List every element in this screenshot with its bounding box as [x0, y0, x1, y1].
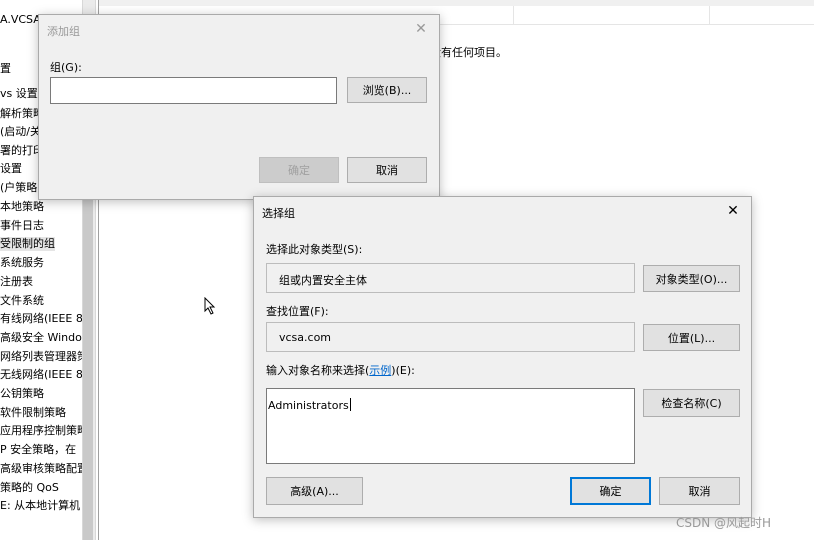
tree-scrollbar-thumb[interactable] [83, 196, 93, 540]
group-input[interactable] [50, 77, 337, 104]
dialog-title: 添加组 [47, 25, 80, 38]
cancel-button[interactable]: 取消 [659, 477, 740, 505]
empty-list-message: 没有任何项目。 [430, 46, 507, 59]
object-type-label: 选择此对象类型(S): [266, 243, 363, 256]
tree-item[interactable]: (启动/关 [0, 125, 41, 139]
browse-button[interactable]: 浏览(B)... [347, 77, 427, 103]
add-group-titlebar[interactable]: 添加组 ✕ [39, 15, 439, 43]
object-type-field: 组或内置安全主体 [266, 263, 635, 293]
location-label: 查找位置(F): [266, 305, 329, 318]
tree-item[interactable]: 公钥策略 [0, 387, 44, 401]
object-names-label-suffix: )(E): [391, 364, 415, 377]
tree-item[interactable]: 设置 [0, 162, 22, 176]
group-label: 组(G): [50, 61, 82, 74]
tree-item[interactable]: E: 从本地计算机 [0, 499, 80, 513]
add-group-dialog: 添加组 ✕ 组(G): 浏览(B)... 确定 取消 [38, 14, 440, 200]
tree-item[interactable]: 事件日志 [0, 219, 44, 233]
locations-button[interactable]: 位置(L)... [643, 324, 740, 351]
object-names-label: 输入对象名称来选择(示例)(E): [266, 362, 415, 378]
object-names-text: Administrators [268, 399, 349, 412]
mouse-cursor-icon [204, 297, 216, 315]
tree-item[interactable]: 高级安全 Windo [0, 331, 82, 345]
tree-item[interactable]: 系统服务 [0, 256, 44, 270]
advanced-button[interactable]: 高级(A)... [266, 477, 363, 505]
select-group-titlebar[interactable]: 选择组 ✕ [254, 197, 751, 225]
close-icon[interactable]: ✕ [723, 201, 743, 221]
tree-item[interactable]: 注册表 [0, 275, 33, 289]
object-types-button[interactable]: 对象类型(O)... [643, 265, 740, 292]
check-names-button[interactable]: 检查名称(C) [643, 389, 740, 417]
tree-item[interactable]: 文件系统 [0, 294, 44, 308]
tree-item[interactable]: vs 设置 [0, 87, 38, 101]
tree-item[interactable]: 置 [0, 62, 11, 76]
tree-item[interactable]: P 安全策略，在 [0, 443, 76, 457]
tree-item[interactable]: A.VCSA [0, 13, 41, 27]
column-separator[interactable] [709, 6, 710, 24]
cancel-button[interactable]: 取消 [347, 157, 427, 183]
tree-item[interactable]: (户策略 [0, 181, 37, 195]
tree-item[interactable]: 有线网络(IEEE 80 [0, 312, 82, 326]
watermark: CSDN @风起时H [676, 516, 772, 530]
object-names-label-prefix: 输入对象名称来选择( [266, 364, 370, 377]
column-separator[interactable] [513, 6, 514, 24]
tree-item[interactable]: 策略的 QoS [0, 481, 59, 495]
select-group-dialog: 选择组 ✕ 选择此对象类型(S): 组或内置安全主体 对象类型(O)... 查找… [253, 196, 752, 518]
tree-item[interactable]: 受限制的组 [0, 237, 55, 251]
tree-item[interactable]: 无线网络(IEEE 80 [0, 368, 82, 382]
tree-item[interactable]: 本地策略 [0, 200, 44, 214]
tree-item[interactable]: 高级审核策略配置 [0, 462, 82, 476]
tree-item[interactable]: 应用程序控制策略 [0, 424, 82, 438]
examples-link[interactable]: 示例 [369, 364, 391, 377]
object-names-textarea[interactable]: Administrators [266, 388, 635, 464]
dialog-title: 选择组 [262, 207, 295, 220]
close-icon[interactable]: ✕ [411, 19, 431, 39]
text-caret [349, 398, 351, 411]
tree-item[interactable]: 网络列表管理器策 [0, 350, 82, 364]
location-field: vcsa.com [266, 322, 635, 352]
ok-button[interactable]: 确定 [259, 157, 339, 183]
ok-button[interactable]: 确定 [570, 477, 651, 505]
tree-item[interactable]: 软件限制策略 [0, 406, 66, 420]
